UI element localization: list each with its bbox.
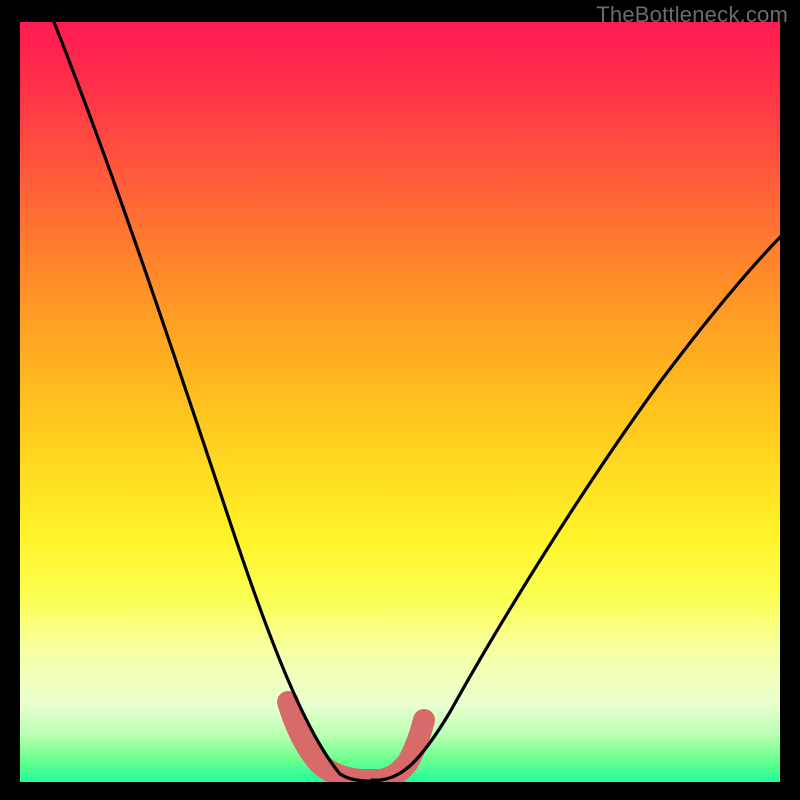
plot-area <box>20 22 780 782</box>
chart-frame: TheBottleneck.com <box>0 0 800 800</box>
bottleneck-curve <box>20 22 780 782</box>
minimum-band-highlight <box>288 702 424 780</box>
curve-right-branch <box>372 227 780 780</box>
watermark-text: TheBottleneck.com <box>596 2 788 28</box>
curve-left-branch <box>50 22 382 781</box>
